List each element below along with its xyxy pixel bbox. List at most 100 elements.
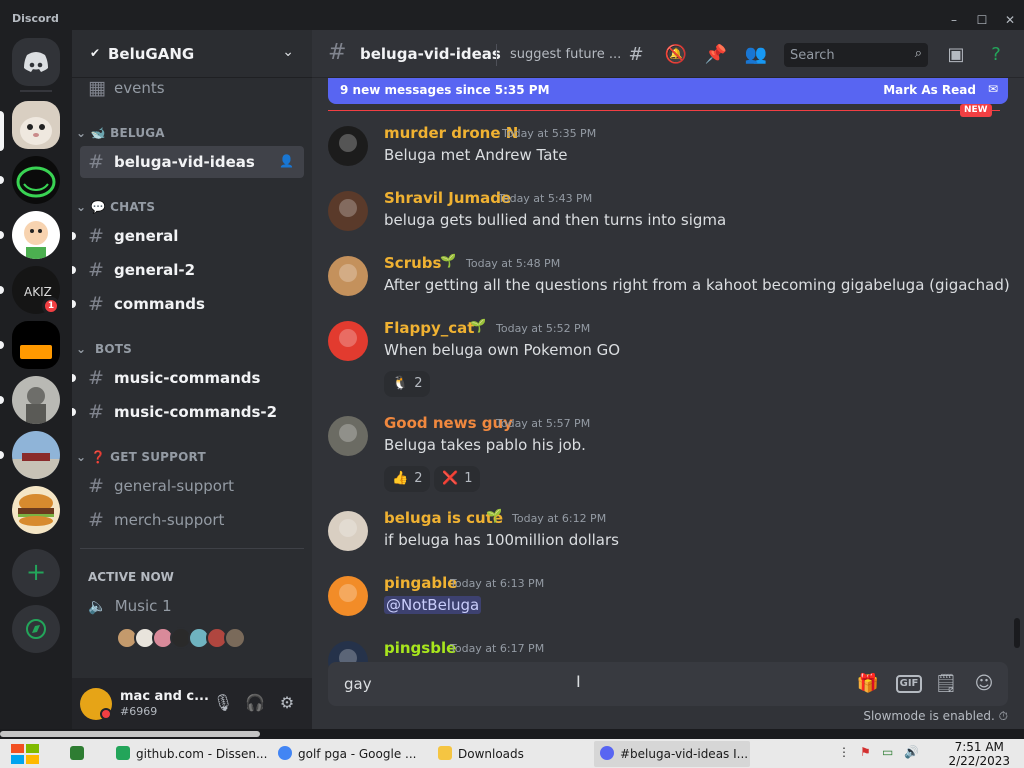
overflow-icon[interactable]: ⋮ [838, 745, 850, 759]
message-timestamp: Today at 5:35 PM [502, 127, 597, 140]
channel-label: merch-support [114, 511, 225, 529]
category-bots[interactable]: ⌄ BOTS [76, 342, 132, 356]
reaction[interactable]: 🐧 2 [384, 371, 431, 397]
avatar[interactable] [224, 627, 246, 649]
message-composer: I 🎁 GIF 🗒 ☺ [328, 662, 1008, 706]
message-timestamp: Today at 5:57 PM [496, 417, 591, 430]
add-member-icon[interactable]: 👤 [279, 154, 294, 168]
pin-icon[interactable]: 📌 [704, 43, 728, 67]
avatar[interactable] [328, 416, 368, 456]
channel-music-commands[interactable]: # music-commands [72, 362, 304, 394]
avatar[interactable] [328, 126, 368, 166]
gift-icon[interactable]: 🎁 [856, 672, 880, 696]
category-chats[interactable]: ⌄ 💬 CHATS [76, 200, 155, 214]
avatar[interactable] [328, 511, 368, 551]
maximize-button[interactable]: ☐ [974, 12, 990, 28]
taskbar-item[interactable]: Downloads [432, 741, 588, 767]
mention-badge: 1 [42, 297, 60, 315]
headphones-icon[interactable]: 🎧 [244, 692, 266, 714]
help-icon[interactable]: ? [984, 43, 1008, 67]
hash-icon: # [88, 151, 104, 173]
server-building-icon[interactable] [12, 431, 60, 479]
microphone-icon[interactable]: 🎙 [212, 692, 234, 714]
members-icon[interactable]: 👥 [744, 43, 768, 67]
channel-commands[interactable]: # commands [72, 288, 304, 320]
mark-as-read-button[interactable]: Mark As Read [883, 83, 976, 97]
reaction[interactable]: ❌ 1 [434, 466, 481, 492]
windows-start-icon[interactable] [8, 742, 42, 766]
server-statue-icon[interactable] [12, 376, 60, 424]
explore-compass-icon[interactable] [12, 605, 60, 653]
channel-beluga-vid-ideas[interactable]: # beluga-vid-ideas 👤 [80, 146, 304, 178]
category-label: CHATS [110, 200, 156, 214]
sticker-icon[interactable]: 🗒 [934, 672, 958, 696]
discord-home-icon[interactable] [12, 38, 60, 86]
channel-general[interactable]: # general [72, 220, 304, 252]
server-peter-icon[interactable] [12, 211, 60, 259]
scrollbar[interactable] [1014, 618, 1020, 648]
close-button[interactable]: ✕ [1002, 12, 1018, 28]
channel-merch-support[interactable]: # merch-support [80, 504, 304, 536]
channel-label: general-support [114, 477, 235, 495]
emoji-icon[interactable]: ☺ [972, 672, 996, 696]
voice-channel-music-1[interactable]: 🔈 Music 1 [88, 597, 172, 615]
gear-icon[interactable]: ⚙ [276, 692, 298, 714]
search-box[interactable]: ⌕ [784, 43, 928, 67]
search-input[interactable] [784, 43, 904, 67]
message-author[interactable]: pingable [384, 574, 457, 592]
channel-topic[interactable]: suggest future ... [510, 47, 621, 62]
flag-icon[interactable]: ⚑ [860, 745, 871, 759]
category-beluga[interactable]: ⌄ 🐋 BELUGA [76, 126, 165, 140]
reaction[interactable]: 👍 2 [384, 466, 431, 492]
avatar[interactable] [328, 191, 368, 231]
channel-general-support[interactable]: # general-support [80, 470, 304, 502]
server-trollface-icon[interactable] [12, 156, 60, 204]
horizontal-scrollbar[interactable] [0, 731, 260, 737]
reaction-count: 2 [414, 471, 423, 486]
hash-icon: # [88, 401, 104, 423]
message-author[interactable]: Good news guy [384, 414, 513, 432]
user-name[interactable]: mac and c... [120, 689, 209, 704]
message-author[interactable]: Scrubs [384, 254, 441, 272]
message-author[interactable]: Shravil Jumade [384, 189, 511, 207]
channel-events[interactable]: ▦ events [80, 72, 304, 104]
avatar[interactable] [328, 576, 368, 616]
avatar[interactable] [328, 321, 368, 361]
minimize-button[interactable]: – [946, 12, 962, 28]
discord-app: Discord – ☐ ✕ AKIZ 1 + ✔ BeluGANG ⌄ ▦ ev… [0, 0, 1024, 768]
channel-general-2[interactable]: # general-2 [72, 254, 304, 286]
taskbar-item[interactable]: github.com - Dissen... [110, 741, 267, 767]
user-mention[interactable]: @NotBeluga [384, 596, 482, 614]
mute-bell-icon[interactable]: 🔕 [664, 43, 688, 67]
threads-icon[interactable]: # [624, 43, 648, 67]
server-burger-icon[interactable] [12, 486, 60, 534]
taskbar-item-label: golf pga - Google ... [298, 747, 417, 761]
category-label: BOTS [95, 342, 132, 356]
message-author[interactable]: Flappy_cat [384, 319, 474, 337]
message-author[interactable]: murder drone N [384, 124, 518, 142]
server-cat-icon[interactable] [12, 101, 60, 149]
guild-header[interactable]: ✔ BeluGANG ⌄ [72, 30, 312, 78]
message-author[interactable]: pingsble [384, 639, 456, 657]
add-server-icon[interactable]: + [12, 549, 60, 597]
volume-icon[interactable]: 🔊 [904, 745, 919, 759]
new-messages-bar[interactable]: 9 new messages since 5:35 PM Mark As Rea… [328, 78, 1008, 104]
server-logo-icon[interactable] [12, 321, 60, 369]
message-timestamp: Today at 5:48 PM [466, 257, 561, 270]
avatar[interactable] [328, 256, 368, 296]
new-member-sprout-icon: 🌱 [470, 319, 487, 334]
reaction-emoji: 👍 [392, 471, 409, 486]
hash-icon: # [88, 293, 104, 315]
category-get-support[interactable]: ⌄ ❓ GET SUPPORT [76, 450, 206, 464]
channel-music-commands-2[interactable]: # music-commands-2 [72, 396, 304, 428]
gif-button[interactable]: GIF [896, 675, 922, 693]
speaker-icon: 🔈 [88, 597, 107, 615]
inbox-icon[interactable]: ▣ [944, 43, 968, 67]
show-desktop-icon[interactable] [70, 741, 94, 767]
mark-read-icon: ✉ [987, 82, 998, 96]
taskbar-item[interactable]: golf pga - Google ... [272, 741, 424, 767]
taskbar-item-active[interactable]: #beluga-vid-ideas I... [594, 741, 750, 767]
system-clock[interactable]: 7:51 AM 2/22/2023 [948, 740, 1010, 768]
network-icon[interactable]: ▭ [882, 745, 893, 759]
new-tag: NEW [960, 104, 992, 117]
